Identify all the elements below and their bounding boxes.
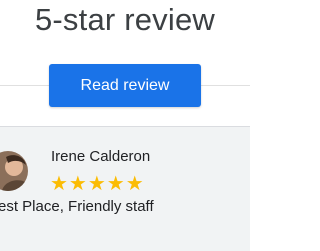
review-card: Irene Calderon ★★★★★ est Place, Friendly… [0,126,250,251]
divider-left [0,85,49,86]
review-snippet: est Place, Friendly staff [0,198,154,215]
divider-right [201,85,250,86]
star-rating: ★★★★★ [50,173,145,195]
read-review-button[interactable]: Read review [49,64,201,107]
avatar [0,151,28,191]
avatar-image [0,151,28,191]
page-title: 5-star review [34,2,216,37]
reviewer-name: Irene Calderon [51,148,151,165]
